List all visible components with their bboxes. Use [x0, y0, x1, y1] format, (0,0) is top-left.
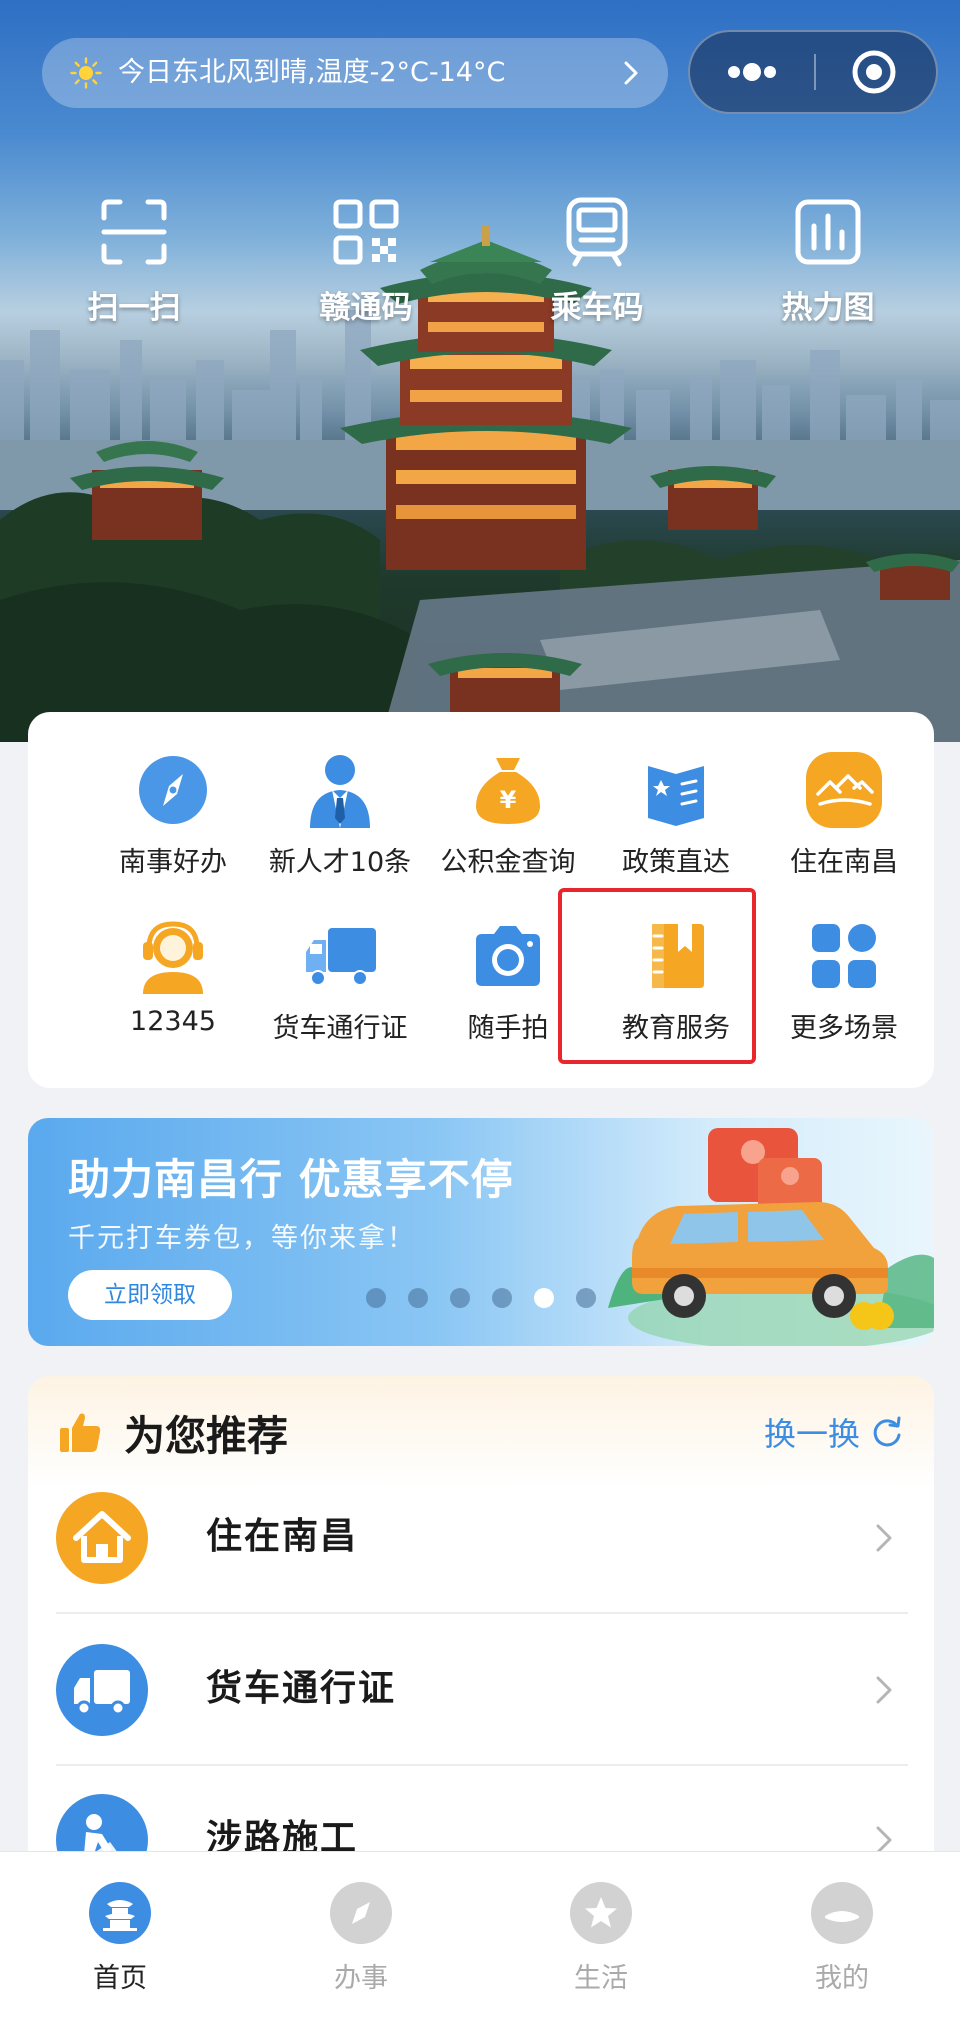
tab-label: 我的 — [815, 1963, 869, 1994]
quick-action-bus-code[interactable]: 乘车码 — [517, 196, 677, 346]
quick-action-label: 扫一扫 — [87, 290, 181, 326]
service-label: 更多场景 — [790, 1013, 898, 1044]
heatmap-icon — [795, 199, 861, 265]
carousel-dot[interactable] — [366, 1288, 386, 1308]
tab-label: 首页 — [93, 1963, 147, 1994]
service-nanshi-haoban[interactable]: 南事好办 — [88, 752, 258, 902]
house-icon — [56, 1492, 148, 1584]
banner-title: 助力南昌行 优惠享不停 — [68, 1155, 514, 1204]
service-label: 南事好办 — [119, 847, 227, 878]
scan-icon — [101, 199, 167, 265]
car-gift-illustration — [608, 1128, 934, 1346]
service-label: 教育服务 — [622, 1013, 730, 1044]
service-label: 政策直达 — [622, 847, 730, 878]
carousel-dot[interactable] — [492, 1288, 512, 1308]
hotline-agent-icon — [143, 921, 203, 994]
service-live-in-nanchang[interactable]: 住在南昌 — [759, 752, 929, 902]
compass-icon — [139, 756, 207, 824]
recommend-item-label: 住在南昌 — [206, 1516, 359, 1557]
bus-code-icon — [566, 197, 628, 267]
service-label: 随手拍 — [467, 1013, 549, 1044]
quick-action-qr-code[interactable]: 赣通码 — [286, 196, 446, 346]
tab-mine[interactable]: 我的 — [772, 1882, 912, 2002]
service-truck-pass[interactable]: 货车通行证 — [255, 918, 425, 1068]
close-target-icon — [852, 50, 896, 94]
sun-icon — [70, 57, 102, 89]
grid-more-icon — [812, 924, 876, 988]
truck-icon — [56, 1644, 148, 1736]
more-menu-button[interactable] — [690, 32, 814, 112]
housing-icon — [806, 752, 882, 828]
weather-text: 今日东北风到晴,温度-2°C-14°C — [118, 57, 506, 88]
recommend-title: 为您推荐 — [124, 1412, 288, 1460]
recommend-item-label: 货车通行证 — [206, 1668, 397, 1709]
carousel-indicator — [366, 1288, 618, 1308]
tab-label: 生活 — [574, 1963, 628, 1994]
qr-code-icon — [333, 199, 399, 265]
recommend-item-live-in-nanchang[interactable]: 住在南昌 — [56, 1462, 908, 1612]
service-label: 货车通行证 — [272, 1013, 408, 1044]
quick-action-label: 乘车码 — [550, 290, 644, 326]
recommend-item-truck-pass[interactable]: 货车通行证 — [56, 1614, 908, 1764]
svg-text:¥: ¥ — [500, 786, 517, 814]
service-hotline-12345[interactable]: 12345 — [88, 918, 258, 1068]
tab-home[interactable]: 首页 — [50, 1882, 190, 2002]
service-label: 公积金查询 — [440, 847, 576, 878]
service-label: 住在南昌 — [790, 847, 898, 878]
chevron-right-icon — [876, 1676, 892, 1704]
refresh-label: 换一换 — [763, 1415, 860, 1453]
profile-icon — [811, 1882, 873, 1944]
home-tower-icon — [89, 1882, 151, 1944]
chevron-right-icon — [876, 1524, 892, 1552]
thumbs-up-icon — [60, 1413, 101, 1452]
refresh-button[interactable]: 换一换 — [764, 1410, 904, 1454]
service-more[interactable]: 更多场景 — [759, 918, 929, 1068]
banner-subtitle: 千元打车券包，等你来拿！ — [68, 1223, 416, 1254]
refresh-icon — [873, 1416, 901, 1447]
service-snapshot[interactable]: 随手拍 — [423, 918, 593, 1068]
recommend-card: 为您推荐 换一换 住在南昌 货车通行证 涉路施工 — [28, 1376, 934, 1896]
carousel-dot[interactable] — [450, 1288, 470, 1308]
tab-life[interactable]: 生活 — [531, 1882, 671, 2002]
quick-action-label: 热力图 — [781, 290, 875, 326]
service-policy[interactable]: 政策直达 — [591, 752, 761, 902]
money-bag-icon: ¥ — [476, 758, 540, 824]
bottom-tab-bar: 首页 办事 生活 我的 — [0, 1851, 960, 2031]
service-label: 新人才10条 — [268, 847, 412, 878]
hero-banner: 今日东北风到晴,温度-2°C-14°C 扫一扫 赣通码 乘车码 热力图 — [0, 0, 960, 742]
weather-bar[interactable]: 今日东北风到晴,温度-2°C-14°C — [42, 38, 668, 108]
services-card: 南事好办 新人才10条 ¥ 公积金查询 政策直达 住在南昌 12345 货车通行… — [28, 712, 934, 1088]
truck-icon — [306, 928, 376, 986]
talent-person-icon — [310, 755, 370, 828]
quick-action-heatmap[interactable]: 热力图 — [748, 196, 908, 346]
close-miniprogram-button[interactable] — [816, 32, 936, 112]
claim-button[interactable]: 立即领取 — [68, 1270, 232, 1320]
tab-label: 办事 — [334, 1963, 388, 1994]
more-dots-icon — [728, 63, 776, 81]
carousel-dot[interactable] — [408, 1288, 428, 1308]
service-education[interactable]: 教育服务 — [591, 918, 761, 1068]
carousel-dot-active[interactable] — [534, 1288, 554, 1308]
star-icon — [570, 1882, 632, 1944]
compass-icon — [330, 1882, 392, 1944]
carousel-dot[interactable] — [576, 1288, 596, 1308]
quick-action-label: 赣通码 — [319, 290, 413, 326]
quick-action-scan[interactable]: 扫一扫 — [54, 196, 214, 346]
promo-banner[interactable]: 助力南昌行 优惠享不停 千元打车券包，等你来拿！ 立即领取 — [28, 1118, 934, 1346]
policy-book-icon — [648, 766, 704, 826]
tab-services[interactable]: 办事 — [291, 1882, 431, 2002]
service-talent[interactable]: 新人才10条 — [255, 752, 425, 902]
education-book-icon — [652, 924, 704, 988]
service-label: 12345 — [130, 1006, 216, 1037]
chevron-right-icon — [624, 61, 638, 85]
service-housing-fund[interactable]: ¥ 公积金查询 — [423, 752, 593, 902]
camera-icon — [476, 926, 540, 986]
miniprogram-capsule — [688, 30, 938, 114]
